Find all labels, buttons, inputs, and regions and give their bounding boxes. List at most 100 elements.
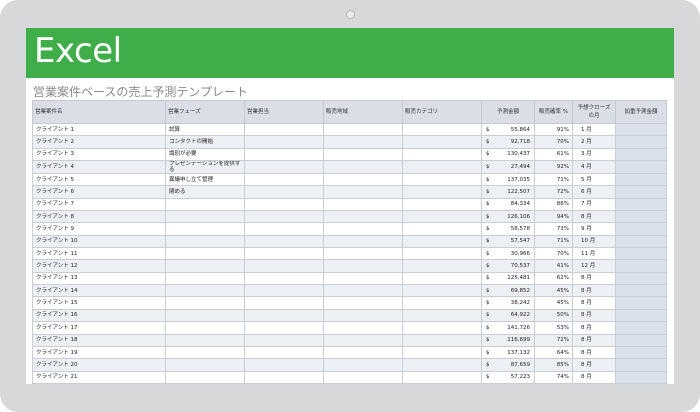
probability-cell[interactable]: 62%	[534, 271, 573, 286]
category-cell[interactable]	[402, 222, 482, 236]
phase-cell[interactable]	[165, 210, 245, 224]
forecast-amount-cell[interactable]: $116,699	[481, 333, 535, 347]
rep-cell[interactable]	[244, 210, 324, 224]
probability-cell[interactable]: 72%	[534, 333, 573, 347]
phase-cell[interactable]: 閉める	[165, 185, 245, 199]
rep-cell[interactable]	[244, 222, 324, 236]
category-cell[interactable]	[402, 160, 482, 175]
weighted-amount-cell[interactable]	[615, 370, 667, 384]
deal-name-cell[interactable]: クライアント 9	[32, 222, 166, 236]
deal-name-cell[interactable]: クライアント 20	[32, 358, 166, 372]
forecast-amount-cell[interactable]: $125,481	[481, 271, 535, 286]
region-cell[interactable]	[323, 284, 403, 298]
col-header-phase[interactable]: 営業フェーズ	[165, 100, 245, 124]
deal-name-cell[interactable]: クライアント 19	[32, 345, 166, 360]
region-cell[interactable]	[323, 308, 403, 323]
forecast-amount-cell[interactable]: $137,035	[481, 173, 535, 187]
probability-cell[interactable]: 72%	[534, 185, 573, 199]
close-month-cell[interactable]: 3 月	[572, 147, 616, 162]
deal-name-cell[interactable]: クライアント 13	[32, 271, 166, 286]
close-month-cell[interactable]: 12 月	[572, 259, 616, 273]
close-month-cell[interactable]: 7 月	[572, 197, 616, 212]
region-cell[interactable]	[323, 173, 403, 187]
deal-name-cell[interactable]: クライアント 5	[32, 173, 166, 187]
deal-name-cell[interactable]: クライアント 4	[32, 160, 166, 175]
category-cell[interactable]	[402, 247, 482, 261]
weighted-amount-cell[interactable]	[615, 173, 667, 187]
category-cell[interactable]	[402, 271, 482, 286]
category-cell[interactable]	[402, 358, 482, 372]
region-cell[interactable]	[323, 271, 403, 286]
close-month-cell[interactable]: 8 月	[572, 210, 616, 224]
rep-cell[interactable]	[244, 247, 324, 261]
phase-cell[interactable]	[165, 234, 245, 249]
phase-cell[interactable]: コンタクトの開始	[165, 135, 245, 149]
region-cell[interactable]	[323, 358, 403, 372]
probability-cell[interactable]: 61%	[534, 147, 573, 162]
forecast-amount-cell[interactable]: $137,132	[481, 345, 535, 360]
close-month-cell[interactable]: 8 月	[572, 333, 616, 347]
weighted-amount-cell[interactable]	[615, 358, 667, 372]
weighted-amount-cell[interactable]	[615, 271, 667, 286]
rep-cell[interactable]	[244, 173, 324, 187]
region-cell[interactable]	[323, 234, 403, 249]
forecast-amount-cell[interactable]: $57,547	[481, 234, 535, 249]
probability-cell[interactable]: 70%	[534, 247, 573, 261]
rep-cell[interactable]	[244, 321, 324, 335]
category-cell[interactable]	[402, 308, 482, 323]
close-month-cell[interactable]: 8 月	[572, 308, 616, 323]
probability-cell[interactable]: 41%	[534, 259, 573, 273]
close-month-cell[interactable]: 8 月	[572, 345, 616, 360]
region-cell[interactable]	[323, 321, 403, 335]
col-header-category[interactable]: 販売カテゴリ	[402, 100, 482, 124]
probability-cell[interactable]: 45%	[534, 296, 573, 310]
forecast-amount-cell[interactable]: $70,537	[481, 259, 535, 273]
region-cell[interactable]	[323, 333, 403, 347]
phase-cell[interactable]	[165, 333, 245, 347]
weighted-amount-cell[interactable]	[615, 247, 667, 261]
phase-cell[interactable]	[165, 308, 245, 323]
region-cell[interactable]	[323, 147, 403, 162]
category-cell[interactable]	[402, 333, 482, 347]
region-cell[interactable]	[323, 135, 403, 149]
deal-name-cell[interactable]: クライアント 21	[32, 370, 166, 384]
close-month-cell[interactable]: 5 月	[572, 173, 616, 187]
weighted-amount-cell[interactable]	[615, 308, 667, 323]
deal-name-cell[interactable]: クライアント 3	[32, 147, 166, 162]
deal-name-cell[interactable]: クライアント 18	[32, 333, 166, 347]
weighted-amount-cell[interactable]	[615, 122, 667, 137]
phase-cell[interactable]	[165, 358, 245, 372]
close-month-cell[interactable]: 2 月	[572, 135, 616, 149]
forecast-amount-cell[interactable]: $64,922	[481, 308, 535, 323]
rep-cell[interactable]	[244, 122, 324, 137]
category-cell[interactable]	[402, 259, 482, 273]
close-month-cell[interactable]: 4 月	[572, 160, 616, 175]
phase-cell[interactable]	[165, 296, 245, 310]
close-month-cell[interactable]: 1 月	[572, 122, 616, 137]
region-cell[interactable]	[323, 122, 403, 137]
phase-cell[interactable]	[165, 271, 245, 286]
region-cell[interactable]	[323, 370, 403, 384]
rep-cell[interactable]	[244, 296, 324, 310]
deal-name-cell[interactable]: クライアント 16	[32, 308, 166, 323]
forecast-amount-cell[interactable]: $122,507	[481, 185, 535, 199]
rep-cell[interactable]	[244, 234, 324, 249]
phase-cell[interactable]	[165, 197, 245, 212]
forecast-amount-cell[interactable]: $30,966	[481, 247, 535, 261]
close-month-cell[interactable]: 8 月	[572, 358, 616, 372]
category-cell[interactable]	[402, 185, 482, 199]
probability-cell[interactable]: 70%	[534, 135, 573, 149]
weighted-amount-cell[interactable]	[615, 296, 667, 310]
deal-name-cell[interactable]: クライアント 11	[32, 247, 166, 261]
phase-cell[interactable]	[165, 321, 245, 335]
rep-cell[interactable]	[244, 345, 324, 360]
close-month-cell[interactable]: 8 月	[572, 321, 616, 335]
probability-cell[interactable]: 50%	[534, 308, 573, 323]
category-cell[interactable]	[402, 370, 482, 384]
rep-cell[interactable]	[244, 308, 324, 323]
weighted-amount-cell[interactable]	[615, 135, 667, 149]
forecast-amount-cell[interactable]: $130,437	[481, 147, 535, 162]
phase-cell[interactable]	[165, 370, 245, 384]
rep-cell[interactable]	[244, 358, 324, 372]
weighted-amount-cell[interactable]	[615, 234, 667, 249]
